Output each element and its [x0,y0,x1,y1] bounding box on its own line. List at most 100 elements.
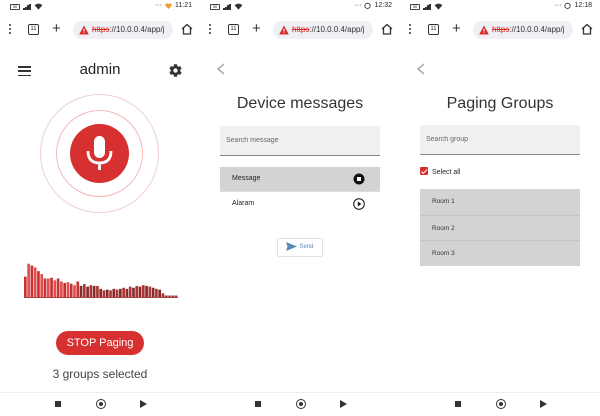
stop-paging-button[interactable]: STOP Paging [56,331,144,355]
waveform-bar [138,286,142,297]
message-list: Message Alaram [220,167,380,215]
waveform-bar [56,278,60,297]
waveform-bar [102,290,106,297]
waveform-bar [151,287,155,297]
waveform-bar [135,285,139,297]
home-icon[interactable] [381,23,393,35]
waveform-bar [46,278,50,297]
list-item[interactable]: Room 3 [420,240,580,266]
list-item[interactable]: Room 1 [420,189,580,215]
status-bar: 30 ··· 12:18 [400,0,600,14]
list-item[interactable]: Alaram [220,191,380,215]
status-time: 11:21 [175,2,192,9]
more-status-icon: ··· [354,2,362,9]
waveform-bar [112,288,116,297]
wifi-icon [234,3,243,10]
address-bar[interactable]: https://10.0.0.4/app/j [73,21,173,39]
browser-menu-icon[interactable] [409,24,412,36]
back-chevron-icon[interactable] [416,63,426,75]
warning-icon [279,25,289,35]
waveform-bar [158,289,162,297]
home-icon[interactable] [181,23,193,35]
signal-icon [23,3,31,10]
home-button[interactable] [296,399,306,409]
back-chevron-icon[interactable] [216,63,226,75]
gear-icon[interactable] [168,63,183,78]
browser-toolbar: 11 + https://10.0.0.4/app/j [0,18,200,42]
waveform-bar [132,287,135,297]
signal-icon [223,3,231,10]
microphone-button[interactable] [70,124,129,183]
android-nav-bar [400,392,600,416]
waveform-bar [24,276,27,297]
alarm-icon [364,2,372,9]
back-nav-button[interactable] [140,400,147,408]
send-icon [286,241,298,251]
stop-icon[interactable] [353,173,365,185]
send-button[interactable]: Send [277,238,323,257]
browser-menu-icon[interactable] [9,24,12,36]
browser-toolbar: 11 + https://10.0.0.4/app/j [200,18,400,42]
list-item[interactable]: Message [220,167,380,191]
new-tab-button[interactable]: + [452,21,461,36]
url-scheme: https [492,25,510,34]
waveform-bar [50,277,53,297]
wifi-icon [34,3,43,10]
waveform-bar [115,289,119,297]
status-time: 12:18 [574,2,592,9]
waveform-bar [148,286,152,297]
android-nav-bar [0,392,200,416]
waveform-bar [33,267,37,297]
page-title: Device messages [236,95,364,112]
waveform-bar [79,285,83,297]
waveform-bar [161,293,165,297]
waveform-bar [155,288,158,297]
message-label: Message [232,175,261,182]
new-tab-button[interactable]: + [252,21,261,36]
home-button[interactable] [96,399,106,409]
message-label: Alaram [232,200,255,207]
send-label: Send [299,244,314,250]
signal-icon [423,3,431,10]
waveform-bar [43,278,47,297]
url-text: ://10.0.0.4/app/j [309,25,365,34]
tabs-count-button[interactable]: 11 [428,24,439,35]
recents-button[interactable] [455,401,461,407]
back-nav-button[interactable] [340,400,347,408]
search-message-input[interactable] [220,126,380,156]
waveform-bar [82,284,86,297]
search-group-input[interactable] [420,125,580,155]
waveform-bar [60,281,63,297]
home-button[interactable] [496,399,506,409]
waveform-bar [37,271,40,297]
battery-icon: 30 [210,3,220,10]
recents-button[interactable] [255,401,261,407]
browser-menu-icon[interactable] [209,24,212,36]
back-nav-button[interactable] [540,400,547,408]
browser-toolbar: 11 + https://10.0.0.4/app/j [400,18,600,42]
waveform-bar [89,285,93,297]
heart-icon [165,2,172,9]
recents-button[interactable] [55,401,61,407]
waveform-bar [66,282,70,297]
waveform-bar [164,295,168,297]
page-title: Paging Groups [446,95,554,112]
new-tab-button[interactable]: + [52,21,61,36]
waveform-bar [128,286,132,297]
tabs-count-button[interactable]: 11 [28,24,39,35]
group-list: Room 1 Room 2 Room 3 [420,189,580,266]
microphone-icon [86,136,113,170]
address-bar[interactable]: https://10.0.0.4/app/j [473,21,573,39]
address-bar[interactable]: https://10.0.0.4/app/j [273,21,373,39]
messages-screen: 30 ··· 12:32 11 + https://10.0.0.4/app/j… [200,0,400,416]
waveform-bar [53,280,57,297]
list-item[interactable]: Room 2 [420,214,580,241]
battery-icon: 30 [10,3,20,10]
wifi-icon [434,3,443,10]
play-icon[interactable] [353,198,365,210]
more-status-icon: ··· [554,2,562,9]
waveform-bar [30,265,34,297]
select-all-checkbox[interactable]: Select all [420,167,460,177]
home-icon[interactable] [581,23,593,35]
tabs-count-button[interactable]: 11 [228,24,239,35]
